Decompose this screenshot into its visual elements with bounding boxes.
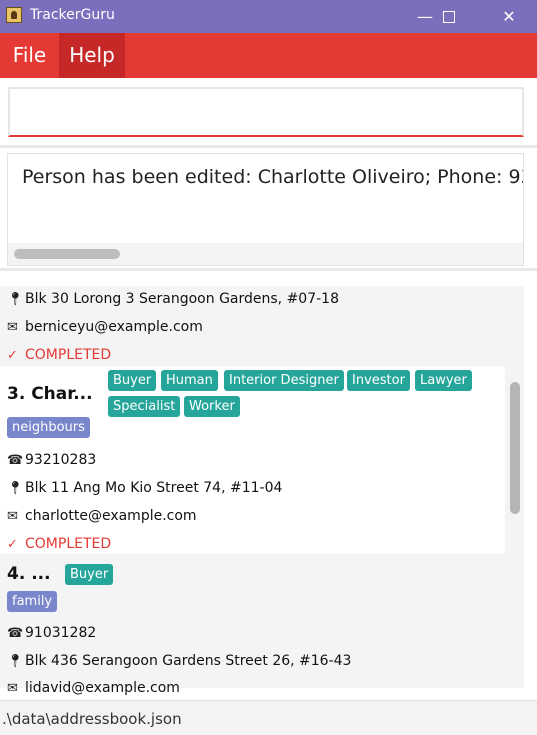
person-address: Blk 11 Ang Mo Kio Street 74, #11-04 [25,480,283,496]
phone-icon: ☎ [7,625,24,641]
phone-icon: ☎ [7,452,24,468]
maximize-icon[interactable] [426,0,472,33]
person-status-row: ✓ COMPLETED [7,533,111,555]
menu-bar: File Help [0,33,537,78]
map-pin-icon: 📍︎ [7,291,24,307]
menu-help[interactable]: Help [59,33,125,78]
map-pin-icon: 📍︎ [7,653,24,669]
tag-specialist: Specialist [108,396,181,417]
group-tag: family [7,591,58,612]
tag-interior-designer: Interior Designer [224,370,344,391]
person-list[interactable]: 📍︎ Blk 30 Lorong 3 Serangoon Gardens, #0… [0,272,537,700]
vertical-scrollbar-thumb[interactable] [510,382,520,514]
map-pin-icon: 📍︎ [7,480,24,496]
person-status: COMPLETED [25,347,112,363]
person-address: Blk 30 Lorong 3 Serangoon Gardens, #07-1… [25,291,339,307]
person-email-row: ✉ lidavid@example.com [7,677,180,699]
status-bar: .\data\addressbook.json [0,700,537,735]
person-address-row: 📍︎ Blk 11 Ang Mo Kio Street 74, #11-04 [7,477,282,499]
person-card-4[interactable]: 4. ... Buyer family ☎ 91031282 📍︎ Blk 43… [0,556,505,696]
person-email-row: ✉ charlotte@example.com [7,505,197,527]
person-phone: 93210283 [25,452,97,468]
tag-buyer: Buyer [108,370,157,391]
person-email: lidavid@example.com [25,680,180,696]
result-display: Person has been edited: Charlotte Olivei… [7,153,524,266]
title-bar: TrackerGuru — ✕ [0,0,537,33]
person-email-row: ✉ berniceyu@example.com [7,316,203,338]
check-icon: ✓ [7,347,18,363]
person-address-row: 📍︎ Blk 436 Serangoon Gardens Street 26, … [7,650,351,672]
person-status: COMPLETED [25,536,112,552]
person-card-3[interactable]: 3. Char... Buyer Human Interior Designer… [0,366,505,554]
email-icon: ✉ [7,319,18,335]
email-icon: ✉ [7,508,18,524]
group-tag: neighbours [7,417,90,438]
person-phone-row: ☎ 91031282 [7,622,96,644]
command-input[interactable] [8,87,524,137]
person-name: 3. Char... [7,384,93,404]
email-icon: ✉ [7,680,18,696]
close-icon[interactable]: ✕ [486,0,532,33]
tag-worker: Worker [184,396,240,417]
person-phone-row: ☎ 93210283 [7,449,96,471]
tag-human: Human [161,370,218,391]
person-email: charlotte@example.com [25,508,197,524]
divider [0,268,537,271]
horizontal-scrollbar[interactable] [8,243,523,265]
result-text: Person has been edited: Charlotte Olivei… [22,166,523,188]
tag-lawyer: Lawyer [415,370,472,391]
command-box-area [0,78,537,146]
check-icon: ✓ [7,536,18,552]
menu-file[interactable]: File [0,33,59,78]
window-title: TrackerGuru [30,7,115,23]
person-address-row: 📍︎ Blk 30 Lorong 3 Serangoon Gardens, #0… [7,288,339,310]
app-icon [6,7,22,23]
person-status-row: ✓ COMPLETED [7,344,111,366]
person-email: berniceyu@example.com [25,319,203,335]
person-name: 4. ... [7,564,51,584]
save-location: .\data\addressbook.json [2,710,182,728]
tag-buyer: Buyer [65,564,114,585]
tag-investor: Investor [347,370,410,391]
divider [0,145,537,148]
person-address: Blk 436 Serangoon Gardens Street 26, #16… [25,653,352,669]
person-phone: 91031282 [25,625,97,641]
horizontal-scrollbar-thumb[interactable] [14,249,120,259]
